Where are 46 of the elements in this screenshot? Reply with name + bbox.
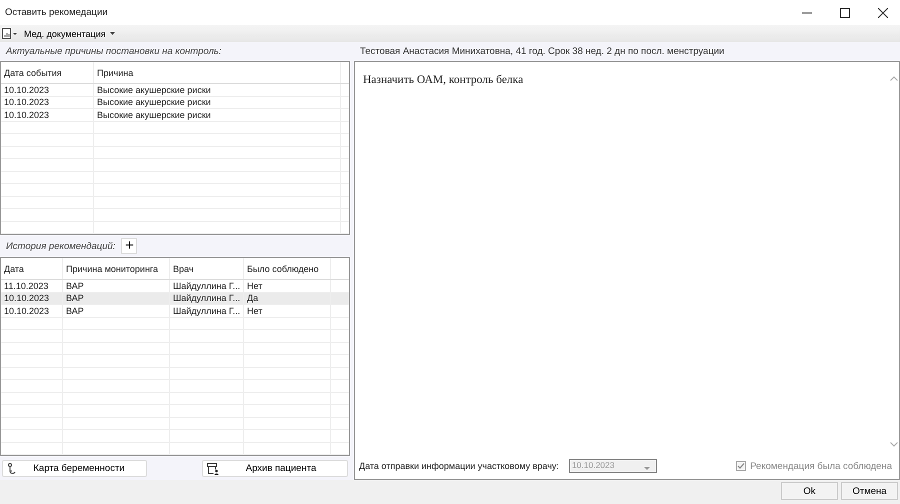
table-cell: ВАР: [63, 305, 170, 316]
column-header[interactable]: Причина мониторинга: [63, 258, 170, 279]
maximize-icon[interactable]: [840, 8, 850, 18]
table-cell: Высокие акушерские риски: [94, 84, 341, 96]
table-cell: Высокие акушерские риски: [94, 96, 341, 108]
caret-icon: [110, 32, 115, 35]
table-cell: Высокие акушерские риски: [94, 109, 341, 120]
column-header[interactable]: Было соблюдено: [244, 258, 331, 279]
patient-info: Тестовая Анастасия Минихатовна, 41 год. Срок 38 нед. 2 дн по посл. менструации: [360, 46, 724, 57]
window-title: Оставить рекомедации: [5, 7, 108, 18]
archive-icon: [207, 462, 219, 474]
dropdown-icon: [644, 466, 650, 470]
close-icon[interactable]: [878, 8, 888, 18]
table-cell: 11.10.2023: [1, 280, 63, 292]
documentation-menu[interactable]: Мед. документация: [20, 28, 119, 38]
table-cell: 10.10.2023: [1, 292, 63, 304]
table-cell: 10.10.2023: [1, 109, 94, 120]
column-header[interactable]: Причина: [94, 62, 341, 83]
table-cell: 10.10.2023: [1, 96, 94, 108]
table-cell: Шайдуллина Г...: [170, 292, 244, 304]
column-header[interactable]: Дата события: [1, 62, 94, 83]
recommendation-text[interactable]: Назначить ОАМ, контроль белка: [355, 62, 890, 98]
cancel-button[interactable]: Отмена: [841, 482, 898, 500]
pregnancy-card-button[interactable]: Карта беременности: [2, 460, 147, 477]
table-cell: Шайдуллина Г...: [170, 305, 244, 316]
patient-archive-button[interactable]: Архив пациента: [202, 460, 348, 477]
table-cell: Шайдуллина Г...: [170, 280, 244, 292]
figure-icon: [7, 462, 16, 474]
column-header[interactable]: Врач: [170, 258, 244, 279]
table-cell: Нет: [244, 305, 331, 316]
ok-button[interactable]: Ok: [781, 482, 838, 500]
send-date-label: Дата отправки информации участковому врачу:: [359, 461, 559, 471]
table-cell: 10.10.2023: [1, 305, 63, 316]
document-icon[interactable]: [2, 28, 18, 39]
column-header[interactable]: Дата: [1, 258, 63, 279]
table-row[interactable]: 10.10.2023 ВАР Шайдуллина Г... Нет: [1, 305, 349, 318]
table-row[interactable]: 10.10.2023 ВАР Шайдуллина Г... Да: [1, 292, 349, 305]
table-cell: ВАР: [63, 292, 170, 304]
table-cell: 10.10.2023: [1, 84, 94, 96]
table-cell: ВАР: [63, 280, 170, 292]
section-label: История рекомендаций:: [6, 240, 116, 252]
checkbox-label: Рекомендация была соблюдена: [750, 460, 892, 472]
table-cell: Нет: [244, 280, 331, 292]
table-cell: Да: [244, 292, 331, 304]
add-button[interactable]: +: [121, 238, 138, 254]
section-label: Актуальные причины постановки на контроль:: [6, 46, 222, 57]
